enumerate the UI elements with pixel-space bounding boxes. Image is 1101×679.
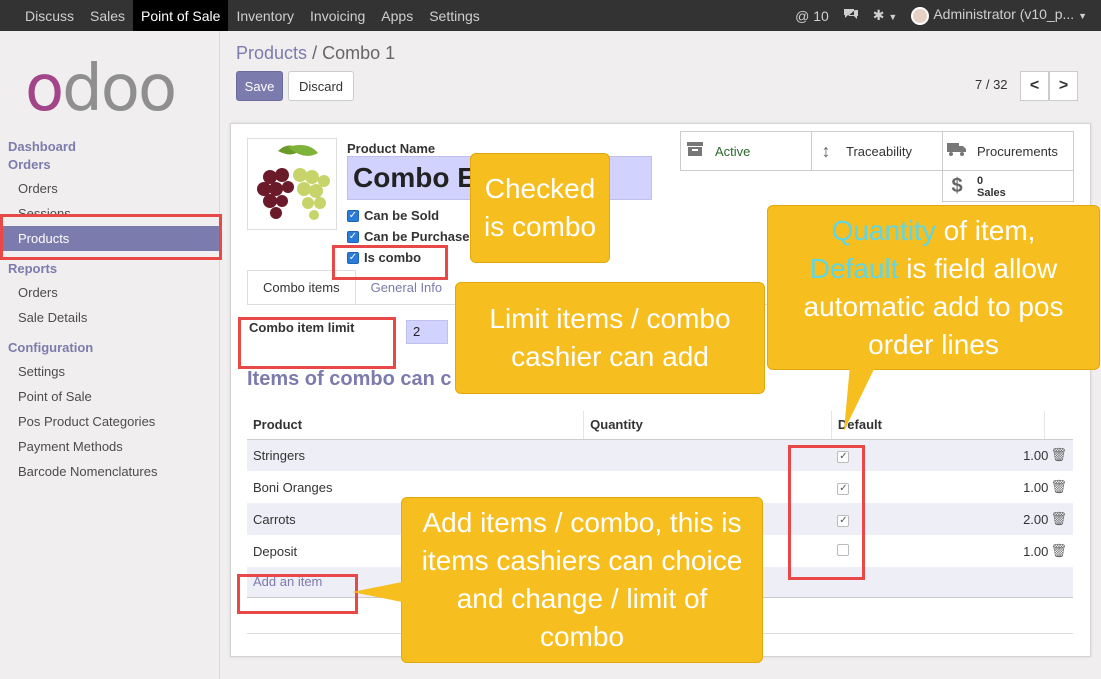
menu-sales[interactable]: Sales <box>82 0 133 31</box>
traceability-button[interactable]: ↕ Traceability <box>811 131 943 171</box>
breadcrumb: Products / Combo 1 <box>236 43 396 63</box>
sidebar-item-point-of-sale[interactable]: Point of Sale <box>18 389 92 404</box>
annotation-box-add-item <box>237 574 358 614</box>
systray: @ 10 ✱ ▼ Administrator (v10_p... ▼ <box>795 0 1101 31</box>
sidebar-item-settings[interactable]: Settings <box>18 364 65 379</box>
discard-button[interactable]: Discard <box>288 71 354 101</box>
menu-invoicing[interactable]: Invoicing <box>302 0 373 31</box>
annotation-box-qty-default <box>788 445 865 580</box>
sidebar-item-report-orders[interactable]: Orders <box>18 285 58 300</box>
chat-icon[interactable] <box>843 7 859 24</box>
page-title: Combo 1 <box>322 43 396 63</box>
active-toggle-button[interactable]: Active <box>680 131 812 171</box>
pager-value: 7 / 32 <box>975 77 1008 92</box>
sidebar-head-orders: Orders <box>8 157 51 172</box>
trash-icon[interactable]: 🗑 <box>1044 471 1073 503</box>
user-name: Administrator (v10_p... <box>933 6 1075 23</box>
can-be-purchased-checkbox[interactable]: ✓ Can be Purchase <box>347 229 470 244</box>
row-product[interactable]: Stringers <box>247 439 584 471</box>
top-navbar: Discuss Sales Point of Sale Inventory In… <box>0 0 1101 31</box>
sidebar-head-dashboard[interactable]: Dashboard <box>8 139 76 154</box>
avatar <box>911 6 930 25</box>
product-image[interactable] <box>247 138 337 230</box>
sidebar-head-configuration: Configuration <box>8 340 94 355</box>
callout-add-items: Add items / combo, this is items cashier… <box>401 497 763 663</box>
chevron-left-icon: < <box>1029 77 1040 94</box>
trash-icon[interactable]: 🗑 <box>1044 503 1073 535</box>
breadcrumb-products[interactable]: Products <box>236 43 307 63</box>
trash-icon[interactable]: 🗑 <box>1044 535 1073 567</box>
sidebar: odoo Dashboard Orders Orders Sessions Pr… <box>0 31 220 679</box>
save-button[interactable]: Save <box>236 71 283 101</box>
procurements-button[interactable]: Procurements <box>942 131 1074 171</box>
arrows-vertical-icon: ↕ <box>821 140 831 161</box>
annotation-box-is-combo <box>332 245 448 280</box>
sidebar-head-reports: Reports <box>8 261 58 276</box>
column-product[interactable]: Product <box>247 411 585 440</box>
section-title: Items of combo can c <box>247 368 452 390</box>
menu-inventory[interactable]: Inventory <box>228 0 302 31</box>
callout-limit-items: Limit items / combo cashier can add <box>455 282 765 394</box>
product-name-label: Product Name <box>347 141 436 156</box>
user-menu[interactable]: Administrator (v10_p... ▼ <box>911 6 1087 25</box>
sidebar-item-barcode-nomenclatures[interactable]: Barcode Nomenclatures <box>18 464 157 479</box>
chevron-down-icon: ▼ <box>1078 11 1087 22</box>
combo-limit-input[interactable]: 2 <box>406 320 448 344</box>
table-row[interactable]: Stringers 1.00 ✓ 🗑 <box>247 439 1073 471</box>
pager-next-button[interactable]: > <box>1049 71 1078 101</box>
callout-pointer <box>844 365 876 431</box>
archive-icon <box>681 141 709 162</box>
menu-point-of-sale[interactable]: Point of Sale <box>133 0 229 31</box>
trash-icon[interactable]: 🗑 <box>1044 439 1073 471</box>
pager-previous-button[interactable]: < <box>1020 71 1049 101</box>
dollar-icon: $ <box>951 175 963 197</box>
truck-icon <box>943 141 971 162</box>
menu-settings[interactable]: Settings <box>421 0 488 31</box>
table-header: Product Quantity Default <box>247 411 1073 440</box>
notifications-counter[interactable]: @ 10 <box>795 8 829 24</box>
annotation-box-products <box>0 214 222 260</box>
sales-button[interactable]: $ 0 Sales <box>942 170 1074 202</box>
column-quantity[interactable]: Quantity <box>583 411 832 440</box>
checkmark-icon: ✓ <box>347 230 359 243</box>
annotation-box-limit <box>238 317 396 369</box>
sidebar-item-pos-categories[interactable]: Pos Product Categories <box>18 414 155 429</box>
checkmark-icon: ✓ <box>347 209 359 222</box>
chevron-right-icon: > <box>1058 77 1069 94</box>
sidebar-item-sale-details[interactable]: Sale Details <box>18 310 87 325</box>
callout-quantity-default: Quantity of item, Default is field allow… <box>767 205 1100 370</box>
callout-pointer <box>352 582 402 602</box>
menu-discuss[interactable]: Discuss <box>0 0 82 31</box>
sidebar-item-payment-methods[interactable]: Payment Methods <box>18 439 123 454</box>
odoo-logo[interactable]: odoo <box>25 57 195 121</box>
app-menu: Discuss Sales Point of Sale Inventory In… <box>0 0 488 31</box>
debug-icon[interactable]: ✱ ▼ <box>873 7 898 24</box>
callout-checked-is-combo: Checked is combo <box>470 153 610 263</box>
menu-apps[interactable]: Apps <box>373 0 421 31</box>
can-be-sold-checkbox[interactable]: ✓ Can be Sold <box>347 208 439 223</box>
sidebar-item-orders[interactable]: Orders <box>18 181 58 196</box>
